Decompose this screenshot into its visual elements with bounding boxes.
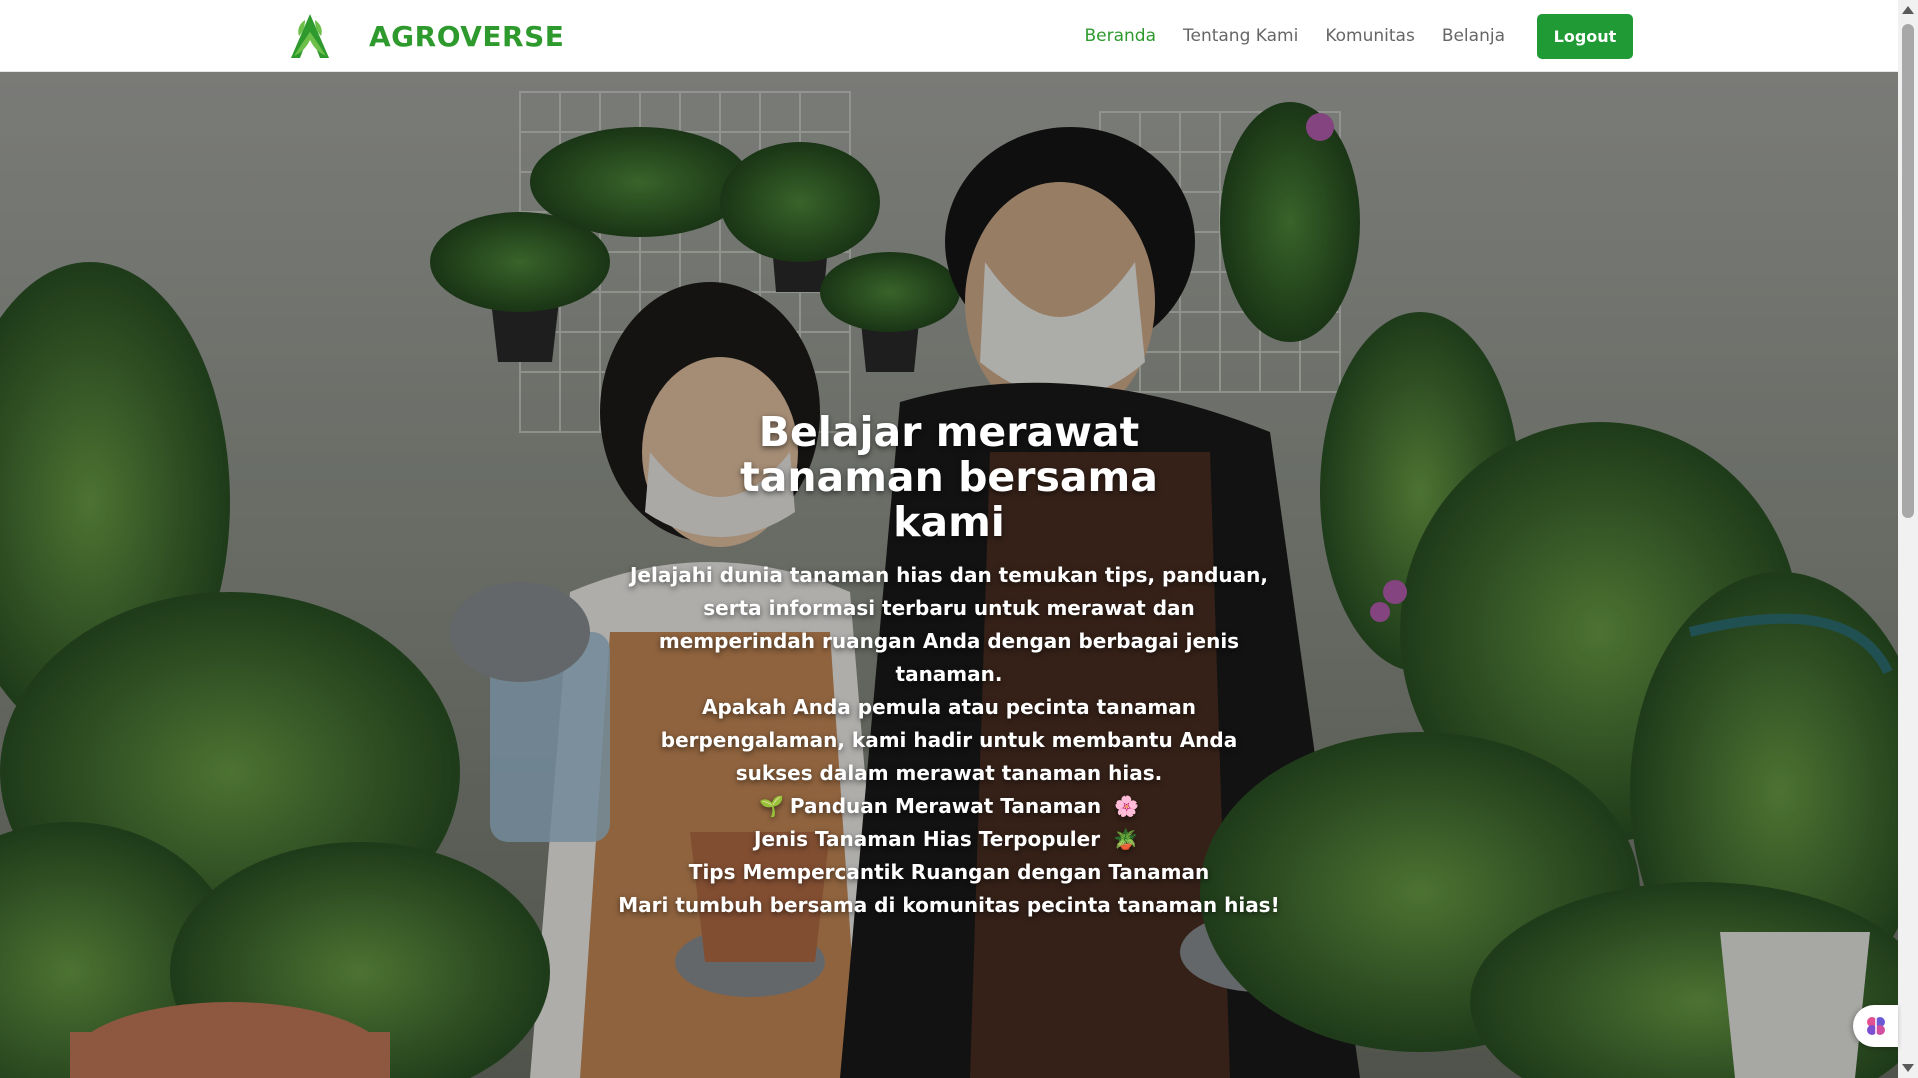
brand-name: AGROVERSE: [369, 19, 565, 53]
hero-section: Belajar merawat tanaman bersama kami Jel…: [0, 72, 1898, 1078]
scroll-down-arrow-icon[interactable]: [1902, 1064, 1914, 1072]
page-scrollbar[interactable]: [1898, 0, 1918, 1078]
seedling-icon: 🌱: [758, 794, 784, 818]
navbar: AGROVERSE Beranda Tentang Kami Komunitas…: [0, 0, 1898, 72]
feature-item: Jenis Tanaman Hias Terpopuler: [754, 827, 1101, 851]
hero-feature-list: 🌱 Panduan Merawat Tanaman 🌸 Jenis Tanaman …: [624, 790, 1274, 889]
hero-closing: Mari tumbuh bersama di komunitas pecinta…: [618, 893, 1280, 917]
hero-description: Jelajahi dunia tanaman hias dan temukan …: [624, 559, 1274, 790]
nav-tentang-kami[interactable]: Tentang Kami: [1183, 26, 1298, 46]
feature-item: Tips Mempercantik Ruangan dengan Tanaman: [688, 860, 1210, 884]
assistant-button[interactable]: [1853, 1005, 1898, 1047]
brain-icon: [1866, 1017, 1885, 1035]
scroll-up-arrow-icon[interactable]: [1902, 6, 1914, 14]
leaf-a-logo-icon: [291, 14, 329, 58]
potted-plant-icon: 🪴: [1113, 827, 1138, 851]
nav-links: Beranda Tentang Kami Komunitas Belanja: [1057, 0, 1505, 72]
logout-button[interactable]: Logout: [1537, 14, 1633, 59]
hero-paragraph-1: Jelajahi dunia tanaman hias dan temukan …: [629, 563, 1268, 686]
hero-title: Belajar merawat tanaman bersama kami: [740, 408, 1158, 546]
hero-content: Belajar merawat tanaman bersama kami Jel…: [610, 410, 1288, 922]
feature-item: Panduan Merawat Tanaman: [789, 794, 1102, 818]
brand[interactable]: AGROVERSE: [285, 12, 564, 60]
nav-belanja[interactable]: Belanja: [1442, 26, 1505, 46]
scroll-thumb[interactable]: [1902, 24, 1914, 518]
nav-komunitas[interactable]: Komunitas: [1325, 26, 1414, 46]
nav-beranda[interactable]: Beranda: [1084, 26, 1156, 46]
hero-paragraph-2: Apakah Anda pemula atau pecinta tanaman …: [660, 695, 1238, 785]
flower-icon: 🌸: [1114, 794, 1140, 818]
